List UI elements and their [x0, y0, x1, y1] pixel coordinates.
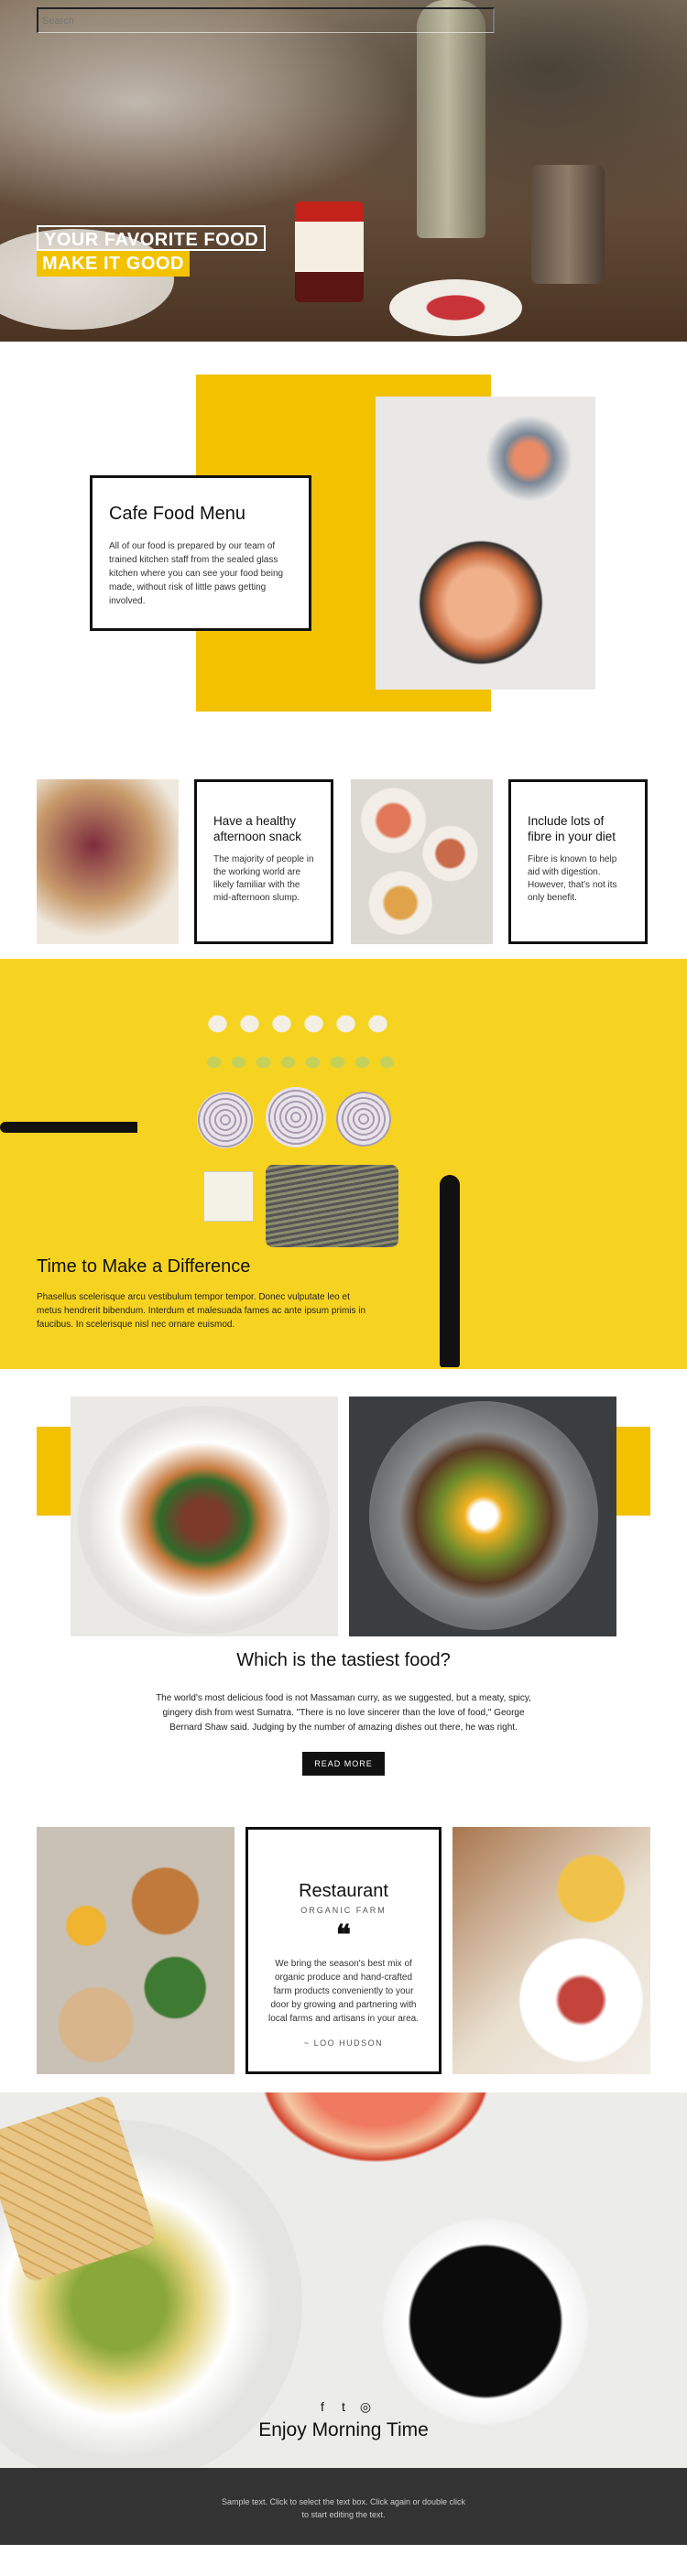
onion-slice-image-1: [197, 1092, 254, 1148]
salad-table-image: [37, 1827, 234, 2074]
restaurant-title: Restaurant: [299, 1881, 388, 1901]
instagram-icon[interactable]: ◎: [356, 2399, 375, 2415]
menu-section: Cafe Food Menu All of our food is prepar…: [0, 342, 687, 735]
restaurant-author: ~ LOO HUDSON: [303, 2038, 384, 2048]
menu-tart-image: [376, 397, 595, 690]
morning-section: f t ◎ Enjoy Morning Time: [0, 2092, 687, 2468]
menu-card: Cafe Food Menu All of our food is prepar…: [90, 475, 311, 631]
difference-text: Phasellus scelerisque arcu vestibulum te…: [37, 1292, 366, 1330]
zucchini-row-image: [202, 1052, 394, 1072]
menu-card-text: All of our food is prepared by our team …: [109, 541, 284, 606]
platter-image: [37, 779, 179, 944]
fork-image: [0, 1122, 183, 1133]
hero-section: YOUR FAVORITE FOOD MAKE IT GOOD: [0, 0, 687, 342]
tastiest-section: Which is the tastiest food? The world's …: [0, 1369, 687, 1799]
menu-card-title: Cafe Food Menu: [109, 504, 245, 524]
cheese-board-image: [453, 1827, 650, 2074]
footer-text[interactable]: Sample text. Click to select the text bo…: [220, 2495, 467, 2521]
restaurant-subtitle: ORGANIC FARM: [300, 1906, 387, 1915]
dessert-plate-image: [485, 415, 572, 502]
difference-section: Time to Make a Difference Phasellus scel…: [0, 959, 687, 1369]
coffee-cup-image: [380, 2216, 591, 2427]
fibre-card: Include lots of fibre in your diet Fibre…: [508, 779, 648, 944]
difference-title: Time to Make a Difference: [37, 1256, 251, 1277]
restaurant-card: Restaurant ORGANIC FARM ❝ We bring the s…: [245, 1827, 442, 2074]
grapefruit-image: [256, 2092, 495, 2166]
steak-plate-image: [78, 1406, 330, 1635]
tastiest-accent-right: [614, 1427, 650, 1516]
hero-title-line1: YOUR FAVORITE FOOD: [37, 225, 267, 251]
hero-title-line2: MAKE IT GOOD: [37, 251, 190, 277]
hero-pitcher-image: [531, 165, 605, 284]
onion-slice-image-2: [266, 1087, 326, 1147]
snack-card: Have a healthy afternoon snack The major…: [194, 779, 333, 944]
footer: Sample text. Click to select the text bo…: [0, 2468, 687, 2545]
hero-strawberries-image: [389, 279, 522, 336]
tips-section: Have a healthy afternoon snack The major…: [0, 735, 687, 959]
tastiest-title: Which is the tastiest food?: [236, 1650, 451, 1670]
tastiest-accent-left: [37, 1427, 73, 1516]
tart-plate-image: [412, 534, 550, 671]
knife-image: [440, 1175, 460, 1367]
hero-bottle-image: [417, 0, 485, 238]
snack-card-text: The majority of people in the working wo…: [213, 854, 314, 903]
avocado-plate-image: [369, 1401, 598, 1630]
facebook-icon[interactable]: f: [313, 2399, 332, 2414]
quote-icon: ❝: [335, 1919, 352, 1951]
restaurant-text: We bring the season's best mix of organi…: [268, 1959, 419, 2024]
tastiest-text: The world's most delicious food is not M…: [156, 1693, 531, 1733]
garlic-row-image: [202, 1009, 394, 1038]
hero-jar-image: [295, 201, 364, 302]
avocado-toast-image: [349, 1397, 616, 1636]
spice-bag-image: [203, 1171, 254, 1222]
twitter-icon[interactable]: t: [334, 2399, 353, 2414]
read-more-button[interactable]: READ MORE: [302, 1752, 385, 1776]
snack-card-title: Have a healthy afternoon snack: [213, 814, 302, 843]
fibre-card-text: Fibre is known to help aid with digestio…: [528, 854, 617, 903]
fibre-card-title: Include lots of fibre in your diet: [528, 814, 616, 843]
pasta-image: [266, 1165, 398, 1247]
onion-slice-image-3: [336, 1092, 391, 1147]
dishes-image: [351, 779, 493, 944]
morning-title: Enjoy Morning Time: [258, 2419, 429, 2440]
search-input[interactable]: [37, 7, 495, 33]
restaurant-section: Restaurant ORGANIC FARM ❝ We bring the s…: [0, 1799, 687, 2092]
steak-dish-image: [71, 1397, 338, 1636]
